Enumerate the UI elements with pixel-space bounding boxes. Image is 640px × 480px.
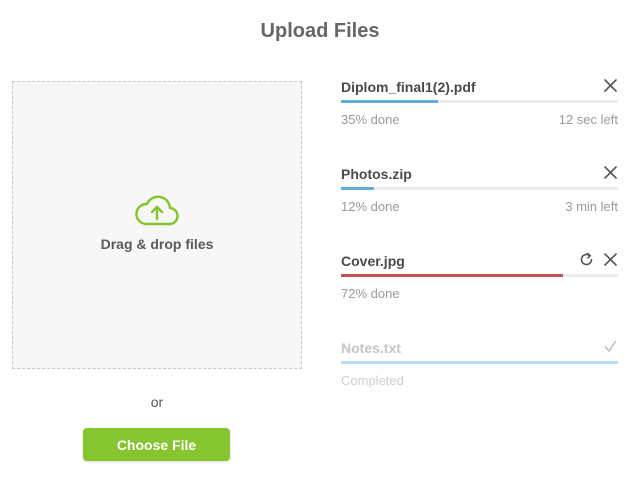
cloud-upload-icon — [135, 195, 179, 226]
file-status: 72% done — [341, 286, 400, 301]
file-status: 12% done — [341, 199, 400, 214]
file-item-diplom: Diplom_final1(2).pdf 35% done 12 sec lef… — [341, 77, 618, 139]
or-separator: or — [150, 394, 164, 410]
file-item-photos: Photos.zip 12% done 3 min left — [341, 164, 618, 226]
file-name: Diplom_final1(2).pdf — [341, 79, 476, 95]
file-item-cover: Cover.jpg 72% done — [341, 251, 618, 313]
progress-track — [341, 274, 618, 277]
time-remaining: 3 min left — [565, 199, 618, 214]
checkmark-icon — [602, 338, 618, 354]
drop-zone[interactable]: Drag & drop files — [12, 81, 302, 369]
file-item-notes: Notes.txt Completed — [341, 340, 618, 400]
drop-zone-label: Drag & drop files — [100, 236, 214, 252]
progress-fill — [341, 100, 438, 103]
retry-icon[interactable] — [578, 251, 594, 267]
file-status: Completed — [341, 373, 404, 388]
file-status: 35% done — [341, 112, 400, 127]
close-icon[interactable] — [602, 251, 618, 267]
progress-fill — [341, 361, 618, 364]
file-name: Photos.zip — [341, 166, 412, 182]
progress-track — [341, 187, 618, 190]
choose-file-button[interactable]: Choose File — [83, 428, 230, 461]
close-icon[interactable] — [602, 164, 618, 180]
progress-track — [341, 361, 618, 364]
progress-track — [341, 100, 618, 103]
file-name: Cover.jpg — [341, 253, 405, 269]
close-icon[interactable] — [602, 77, 618, 93]
time-remaining: 12 sec left — [558, 112, 618, 127]
page-title: Upload Files — [260, 20, 380, 42]
file-name: Notes.txt — [341, 340, 401, 356]
progress-fill — [341, 187, 375, 190]
progress-fill — [341, 274, 563, 277]
